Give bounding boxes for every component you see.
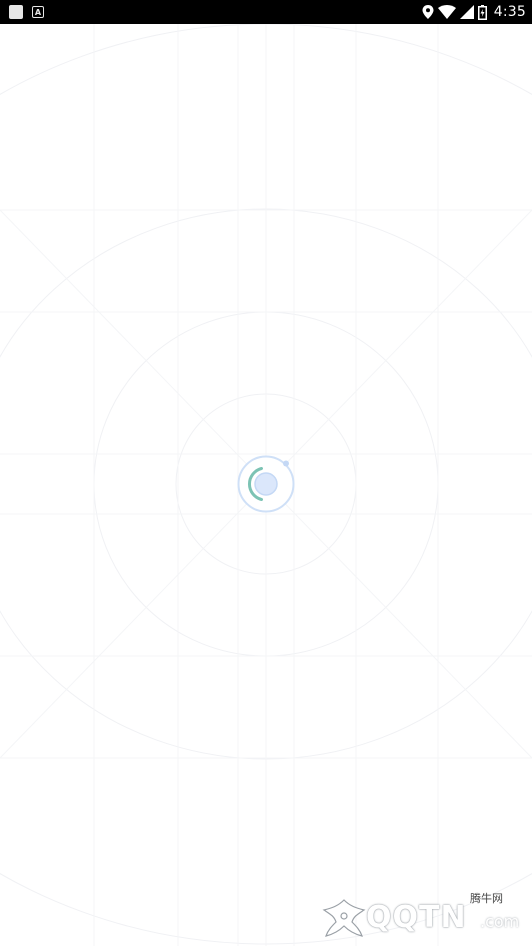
signal-icon [459, 5, 474, 19]
loader-core [254, 472, 278, 496]
status-time: 4:35 [493, 4, 526, 20]
loader-dot [283, 460, 289, 467]
wifi-icon [437, 5, 456, 19]
bull-logo-icon [322, 899, 366, 937]
status-right-icons: 4:35 [422, 2, 526, 22]
watermark-brand: QQTN [366, 900, 467, 935]
status-left-icons: A [9, 4, 44, 20]
app-screen: A 4:35 腾牛网 QQTN .com [0, 0, 532, 946]
loading-spinner [237, 455, 295, 513]
status-bar: A 4:35 [0, 0, 532, 24]
watermark-cn-label: 腾牛网 [470, 892, 503, 905]
notification-square-icon [9, 5, 23, 19]
a-notification-icon: A [32, 6, 44, 18]
watermark: 腾牛网 QQTN .com [318, 890, 532, 946]
battery-icon [477, 4, 487, 20]
location-icon [422, 5, 434, 19]
watermark-domain-suffix: .com [480, 912, 520, 931]
